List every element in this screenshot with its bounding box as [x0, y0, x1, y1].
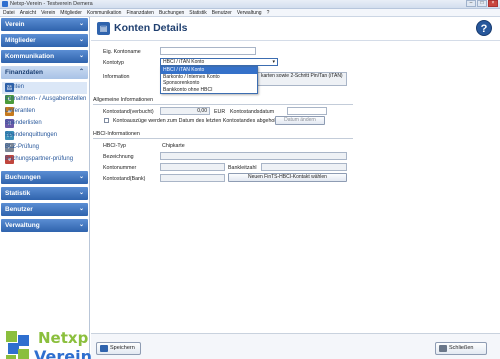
- currency-label: EUR: [214, 109, 226, 115]
- information-label: Information: [103, 74, 130, 80]
- menu-kommunikation[interactable]: Kommunikation: [87, 9, 121, 16]
- chevron-down-icon: ⌄: [78, 222, 84, 228]
- nav-group-verein[interactable]: Verein ⌄: [1, 18, 88, 31]
- logo-text-verein: Verein: [34, 347, 92, 359]
- kontoname-label: Eig. Kontoname: [103, 49, 141, 55]
- page-title: Konten Details: [114, 22, 188, 34]
- nav-group-mitglieder[interactable]: Mitglieder ⌄: [1, 34, 88, 47]
- chevron-down-icon: ⌄: [78, 190, 84, 196]
- sidebar-item-blz-pruefung[interactable]: ✓ BLZ-Prüfung: [2, 142, 87, 154]
- menu-mitglieder[interactable]: Mitglieder: [60, 9, 82, 16]
- nav-group-verwaltung[interactable]: Verwaltung ⌄: [1, 219, 88, 232]
- close-button[interactable]: Schließen: [435, 342, 487, 355]
- nav-group-buchungen[interactable]: Buchungen ⌄: [1, 171, 88, 184]
- bankleitzahl-label: Bankleitzahl: [228, 165, 257, 171]
- chevron-down-icon: ⌄: [78, 174, 84, 180]
- kontostand-label: Kontostand(verbucht): [103, 109, 154, 115]
- bank-icon: ▤: [97, 22, 110, 35]
- bankleitzahl-field: [261, 163, 347, 171]
- section-divider: [93, 104, 353, 105]
- sidebar: Verein ⌄ Mitglieder ⌄ Kommunikation ⌄ Finan…: [0, 17, 92, 359]
- exit-door-icon: [439, 345, 447, 352]
- chevron-down-icon: ⌄: [78, 37, 84, 43]
- kontostand-value: 0,00: [160, 107, 210, 115]
- sidebar-item-lieferanten[interactable]: ▰ Lieferanten: [2, 106, 87, 118]
- menu-verwaltung[interactable]: Verwaltung: [237, 9, 262, 16]
- save-button[interactable]: Speichern: [96, 342, 141, 355]
- kontostand-bank-label: Kontostand(Bank): [103, 176, 146, 182]
- menubar: Datei Ansicht Verein Mitglieder Kommunik…: [0, 9, 500, 17]
- hbci-informationen-section: HBCI-Informationen: [93, 131, 140, 137]
- kontostandsdatum-input[interactable]: [287, 107, 327, 115]
- menu-benutzer[interactable]: Benutzer: [212, 9, 232, 16]
- netxp-verein-logo: Netxp Verein: [4, 323, 92, 359]
- kontotyp-options: HBCI / iTAN Konto Barkonto / Internes Ko…: [160, 66, 258, 94]
- menu-help[interactable]: ?: [267, 9, 270, 16]
- sidebar-item-spendenquittungen[interactable]: ▭ Spendenquittungen: [2, 130, 87, 142]
- allgemeine-informationen-section: Allgemeine Informationen: [93, 97, 154, 103]
- chevron-down-icon: ⌄: [78, 206, 84, 212]
- chevron-down-icon: ⌄: [78, 53, 84, 59]
- nav-group-benutzer[interactable]: Benutzer ⌄: [1, 203, 88, 216]
- kontotyp-option[interactable]: Bankkonto ohne HBCI: [161, 87, 257, 94]
- menu-statistik[interactable]: Statistik: [189, 9, 207, 16]
- window-controls: – □ ×: [466, 0, 498, 7]
- fints-hbci-kontakt-button[interactable]: Neuen FinTS-HBCI-Kontakt wählen: [228, 173, 347, 182]
- menu-verein[interactable]: Verein: [41, 9, 55, 16]
- nav-group-kommunikation[interactable]: Kommunikation ⌄: [1, 50, 88, 63]
- floppy-disk-icon: [100, 345, 108, 352]
- kontonummer-field: [160, 163, 225, 171]
- kontotyp-label: Kontotyp: [103, 60, 124, 66]
- menu-datei[interactable]: Datei: [3, 9, 15, 16]
- sidebar-item-einnahmen-ausgabenstellen[interactable]: € Einnahmen- / Ausgabenstellen: [2, 94, 87, 106]
- menu-ansicht[interactable]: Ansicht: [20, 9, 36, 16]
- footer-bar: Speichern Schließen: [91, 333, 500, 359]
- finanzdaten-items: ▤ Konten € Einnahmen- / Ausgabenstellen …: [0, 82, 89, 170]
- puzzle-logo-icon: [6, 331, 29, 359]
- hbci-typ-label: HBCI-Typ: [103, 143, 126, 149]
- close-window-button[interactable]: ×: [488, 0, 498, 7]
- chevron-up-icon: ⌃: [78, 69, 84, 75]
- window-titlebar: Netxp-Verein - Testverein Demera – □ ×: [0, 0, 500, 9]
- kontotyp-select[interactable]: HBCI / iTAN Konto ▾: [160, 58, 278, 66]
- kontonummer-label: Kontonummer: [103, 165, 137, 171]
- bezeichnung-field: [160, 152, 347, 160]
- kontostandsdatum-label: Kontostandsdatum: [230, 109, 275, 115]
- sidebar-item-konten[interactable]: ▤ Konten: [2, 82, 87, 94]
- maximize-button[interactable]: □: [477, 0, 487, 7]
- account-form: Eig. Kontoname Kontotyp HBCI / iTAN Kont…: [91, 42, 500, 332]
- sidebar-item-buchungspartnerpruefung[interactable]: ● Buchungspartner-prüfung: [2, 154, 87, 166]
- menu-finanzdaten[interactable]: Finanzdaten: [126, 9, 154, 16]
- section-divider: [93, 138, 353, 139]
- hbci-typ-value: Chipkarte: [162, 143, 185, 149]
- chevron-down-icon: ▾: [272, 59, 275, 65]
- sidebar-item-spenderlisten[interactable]: ≡ Spenderlisten: [2, 118, 87, 130]
- app-icon: [2, 1, 8, 7]
- bezeichnung-label: Bezeichnung: [103, 154, 134, 160]
- main-content: ▤ Konten Details ? Eig. Kontoname Kontot…: [91, 17, 500, 359]
- kontostand-bank-field: [160, 174, 225, 182]
- logo-text-netxp: Netxp: [38, 329, 89, 347]
- page-header: ▤ Konten Details ?: [91, 17, 500, 41]
- kontoauszuege-checkbox[interactable]: [104, 118, 109, 123]
- help-button[interactable]: ?: [476, 20, 492, 36]
- kontoname-input[interactable]: [160, 47, 256, 55]
- nav-group-statistik[interactable]: Statistik ⌄: [1, 187, 88, 200]
- minimize-button[interactable]: –: [466, 0, 476, 7]
- kontoauszuege-label: Kontoauszüge werden zum Datum des letzte…: [113, 118, 278, 124]
- menu-buchungen[interactable]: Buchungen: [159, 9, 184, 16]
- nav-group-finanzdaten[interactable]: Finanzdaten ⌃: [1, 66, 88, 79]
- window-title: Netxp-Verein - Testverein Demera: [10, 1, 93, 7]
- datum-aendern-button[interactable]: Datum ändern: [275, 116, 325, 125]
- chevron-down-icon: ⌄: [78, 21, 84, 27]
